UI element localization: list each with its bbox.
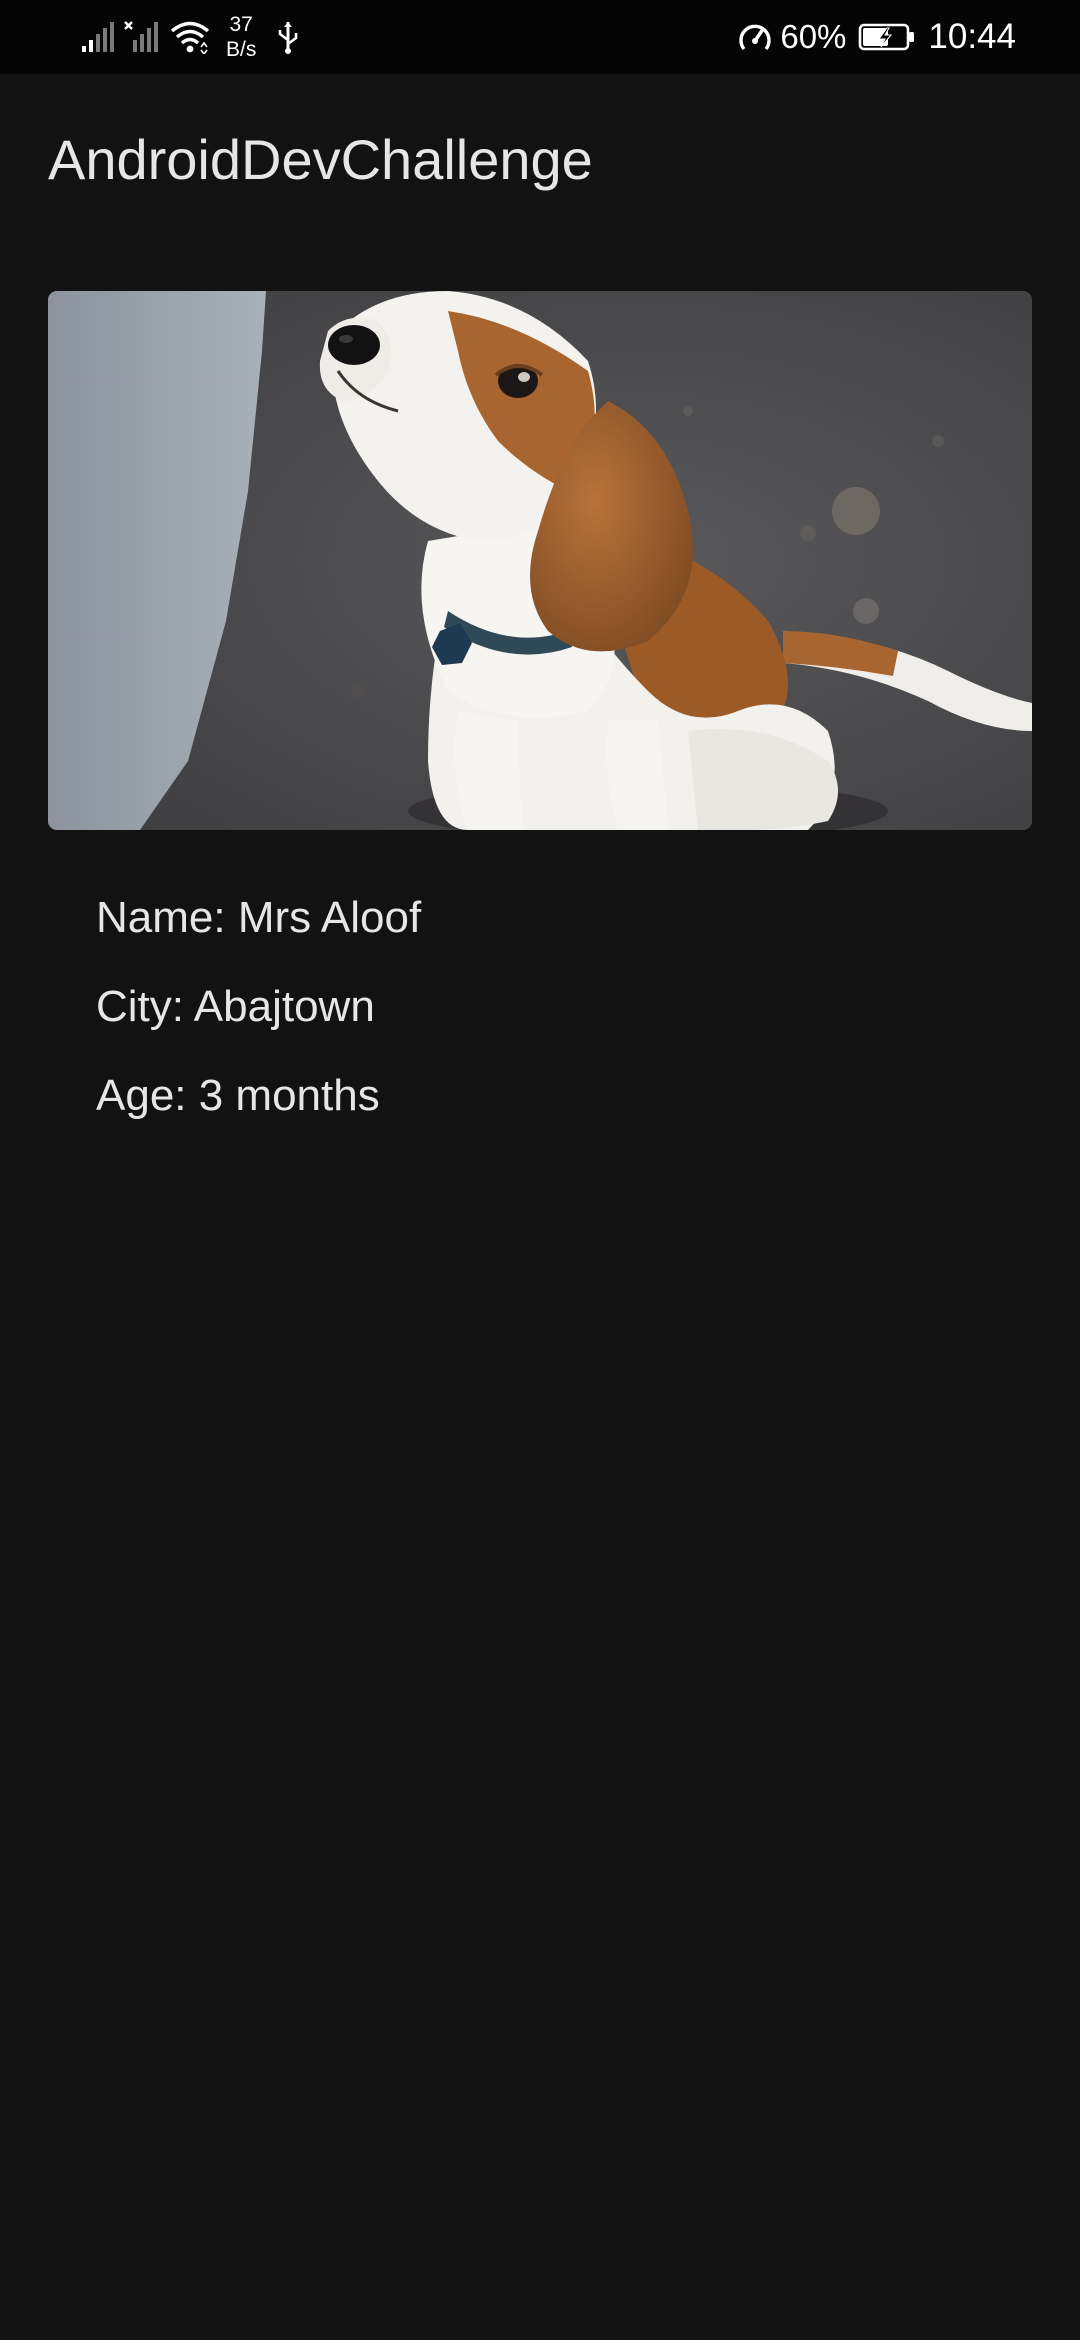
- battery-charging-icon: [858, 22, 916, 52]
- clock: 10:44: [928, 17, 1016, 56]
- puppy-photo[interactable]: [48, 291, 1032, 830]
- signal-icon: [80, 20, 114, 54]
- app-title: AndroidDevChallenge: [48, 128, 593, 191]
- network-speed-value: 37: [229, 13, 253, 36]
- status-bar-left: 37 B/s: [80, 0, 300, 74]
- status-bar-right: 60% 10:44: [736, 0, 1016, 74]
- speed-boost-icon: [736, 19, 774, 55]
- puppy-details: Name: Mrs Aloof City: Abajtown Age: 3 mo…: [96, 873, 421, 1140]
- battery-percentage: 60%: [780, 18, 847, 55]
- usb-icon: [276, 20, 300, 54]
- puppy-city: City: Abajtown: [96, 982, 375, 1031]
- network-speed-unit: B/s: [226, 38, 257, 61]
- puppy-name: Name: Mrs Aloof: [96, 893, 422, 942]
- network-speed: 37 B/s: [226, 12, 256, 62]
- wifi-icon: [170, 20, 210, 54]
- puppy-age: Age: 3 months: [96, 1071, 380, 1120]
- status-bar: 37 B/s 60% 10:44: [0, 0, 1080, 74]
- signal-no-sim-icon: [124, 20, 158, 54]
